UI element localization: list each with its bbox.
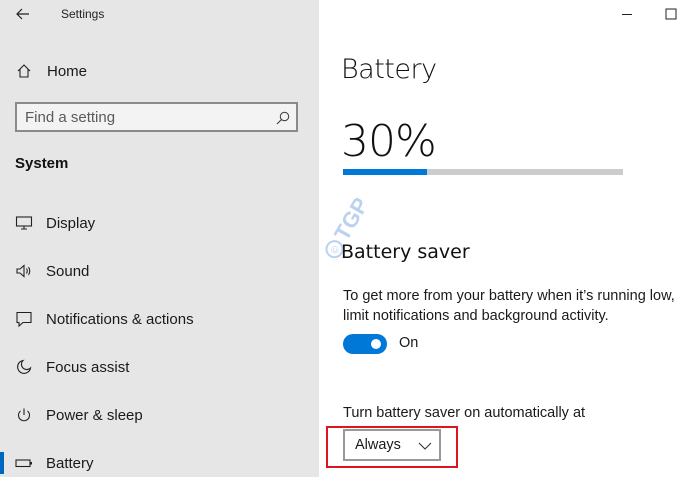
battery-level-fill: [343, 169, 427, 175]
moon-icon: [14, 357, 34, 377]
description-line: To get more from your battery when it’s …: [343, 288, 675, 304]
maximize-icon[interactable]: [663, 6, 679, 22]
sidebar-item-label: Power & sleep: [46, 406, 143, 424]
toggle-knob: [371, 339, 381, 349]
message-icon: [14, 309, 34, 329]
section-title: System: [15, 155, 69, 172]
minimize-icon[interactable]: [619, 6, 635, 22]
battery-saver-description: To get more from your battery when it’s …: [343, 286, 695, 326]
search-input[interactable]: [25, 107, 270, 127]
description-line: limit notifications and background activ…: [343, 308, 609, 324]
home-icon: [14, 61, 34, 81]
sidebar-item-sound[interactable]: Sound: [0, 253, 319, 289]
page-title: Battery: [341, 54, 437, 85]
search-icon[interactable]: [275, 110, 291, 126]
toggle-state-label: On: [399, 335, 419, 351]
sidebar: Settings Home System Display Sound Notif…: [0, 0, 319, 477]
sidebar-item-label: Focus assist: [46, 358, 130, 376]
power-icon: [14, 405, 34, 425]
sidebar-item-label: Home: [47, 62, 88, 80]
sidebar-item-label: Battery: [46, 454, 94, 472]
back-arrow-icon[interactable]: [12, 4, 34, 24]
battery-level-bar: [343, 169, 623, 175]
sidebar-item-display[interactable]: Display: [0, 205, 319, 241]
search-box[interactable]: [15, 102, 298, 132]
battery-icon: [14, 453, 34, 473]
sidebar-item-battery[interactable]: Battery: [0, 445, 319, 481]
chevron-down-icon: [418, 439, 432, 451]
sidebar-item-notifications[interactable]: Notifications & actions: [0, 301, 319, 337]
sidebar-item-focus-assist[interactable]: Focus assist: [0, 349, 319, 385]
monitor-icon: [14, 213, 34, 233]
battery-saver-toggle[interactable]: [343, 334, 387, 354]
battery-percentage: 30%: [341, 116, 437, 167]
sidebar-item-home[interactable]: Home: [0, 53, 319, 89]
speaker-icon: [14, 261, 34, 281]
dropdown-value: Always: [355, 437, 401, 453]
sidebar-item-label: Notifications & actions: [46, 310, 194, 328]
sidebar-item-power-sleep[interactable]: Power & sleep: [0, 397, 319, 433]
sidebar-item-label: Sound: [46, 262, 90, 280]
sidebar-item-label: Display: [46, 214, 96, 232]
auto-threshold-dropdown[interactable]: Always: [343, 429, 441, 461]
app-title: Settings: [61, 7, 105, 21]
auto-threshold-label: Turn battery saver on automatically at: [343, 405, 586, 421]
